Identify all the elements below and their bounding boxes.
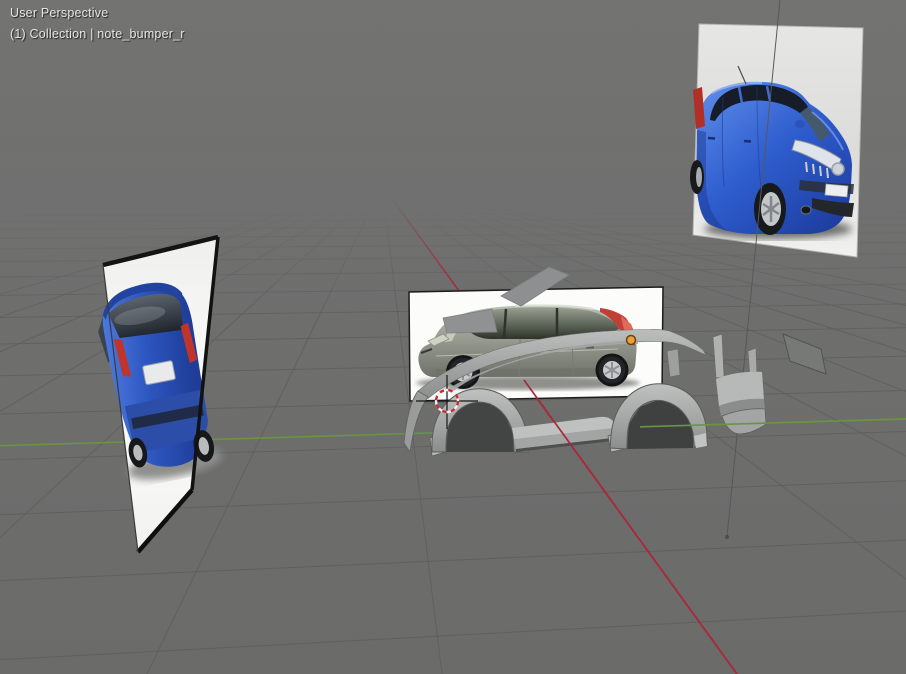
object-origin-dot <box>625 334 637 346</box>
reference-image-front[interactable] <box>690 23 864 258</box>
viewport-canvas[interactable] <box>0 0 906 674</box>
view-perspective-label: User Perspective <box>10 6 109 20</box>
blender-3d-viewport[interactable]: User Perspective (1) Collection | note_b… <box>0 0 906 674</box>
active-collection-object-label: (1) Collection | note_bumper_r <box>10 27 185 41</box>
